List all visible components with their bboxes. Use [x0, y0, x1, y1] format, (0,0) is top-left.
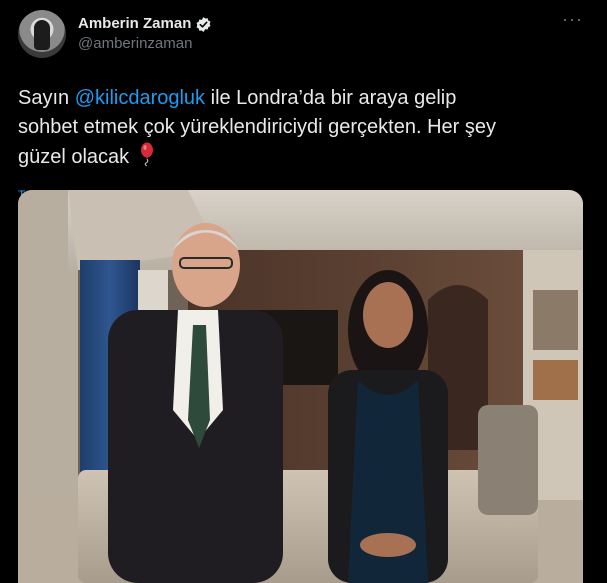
avatar[interactable] — [18, 10, 66, 58]
name-row: Amberin Zaman — [78, 14, 212, 34]
tweet-header: Amberin Zaman @amberinzaman ··· — [18, 10, 585, 66]
tweet-card: Amberin Zaman @amberinzaman ··· Sayın @k… — [0, 0, 607, 583]
tweet-text-start: Sayın — [18, 87, 75, 109]
tweet-photo[interactable] — [18, 190, 583, 583]
user-name[interactable]: Amberin Zaman — [78, 14, 191, 34]
user-info: Amberin Zaman @amberinzaman — [78, 14, 212, 54]
tweet-text-line3: güzel olacak — [18, 146, 135, 168]
user-handle[interactable]: @amberinzaman — [78, 34, 212, 54]
tweet-text-line2: sohbet etmek çok yüreklendiriciydi gerçe… — [18, 116, 496, 138]
tweet-text-line1: ile Londra’da bir araya gelip — [205, 87, 457, 109]
verified-badge-icon — [195, 16, 212, 33]
more-options-icon[interactable]: ··· — [562, 10, 583, 28]
mention-link[interactable]: @kilicdarogluk — [75, 87, 205, 109]
balloon-icon — [139, 142, 155, 175]
